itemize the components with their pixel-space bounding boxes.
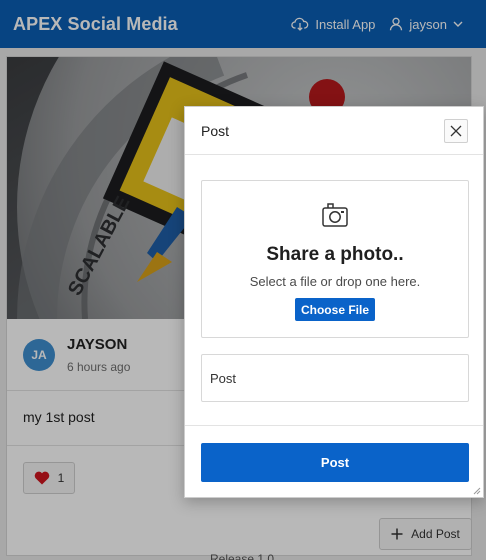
- photo-dropzone[interactable]: Share a photo.. Select a file or drop on…: [201, 180, 469, 338]
- dialog-title: Post: [201, 122, 230, 139]
- dropzone-subtitle: Select a file or drop one here.: [249, 274, 421, 289]
- dialog-footer: Post: [185, 425, 483, 497]
- dropzone-title: Share a photo..: [266, 244, 404, 265]
- close-icon: [450, 125, 462, 137]
- post-submit-button[interactable]: Post: [201, 443, 469, 482]
- choose-file-button[interactable]: Choose File: [295, 298, 375, 321]
- resize-handle-icon[interactable]: [473, 487, 481, 495]
- camera-icon: [322, 203, 348, 227]
- post-text-input[interactable]: [201, 354, 469, 402]
- close-button[interactable]: [444, 119, 468, 143]
- post-dialog: Post Share a photo.. Select a file or dr…: [184, 106, 484, 498]
- dialog-header: Post: [185, 107, 483, 155]
